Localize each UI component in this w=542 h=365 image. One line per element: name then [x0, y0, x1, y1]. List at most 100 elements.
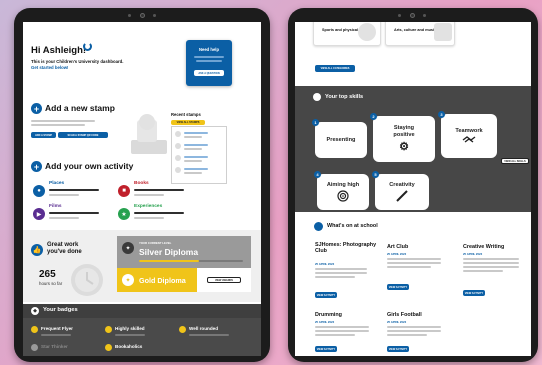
badges-header: ◆ Your badges: [23, 304, 261, 318]
badge-desc-line: [189, 334, 229, 336]
level-progress-fill: [139, 260, 199, 262]
clock-icon: [71, 264, 103, 296]
stamp-thumb-icon: [175, 131, 181, 137]
activity-desc-line: [315, 326, 369, 328]
category-experiences[interactable]: Experiences: [134, 204, 162, 210]
hours-label: hours so far: [39, 281, 63, 286]
book-icon[interactable]: ■: [118, 185, 130, 197]
category-line: [134, 189, 184, 191]
shield-icon: ◆: [31, 307, 39, 315]
category-sports-label: Sports and physical: [322, 28, 359, 32]
category-card-arts[interactable]: Arts, culture and music: [385, 22, 455, 46]
view-awards-button[interactable]: VIEW AWARDS: [207, 277, 241, 283]
skills-icon: [313, 93, 321, 101]
tablet-school: Sports and physical Arts, culture and mu…: [288, 8, 538, 362]
category-places[interactable]: Places: [49, 181, 64, 187]
ask-question-button[interactable]: ASK A QUESTION: [194, 70, 224, 76]
current-level-label: YOUR CURRENT LEVEL: [139, 241, 172, 245]
skill-card-presenting[interactable]: 1 Presenting: [312, 119, 367, 158]
activity-desc-line: [387, 326, 441, 328]
view-activity-button[interactable]: VIEW ACTIVITY: [387, 346, 409, 352]
badge-frequent-flyer: Frequent Flyer: [41, 326, 73, 331]
recent-stamps-list[interactable]: [171, 126, 227, 184]
plus-icon: +: [31, 103, 42, 114]
activity-desc-line: [315, 276, 355, 278]
skill-card-creativity[interactable]: 5 Creativity: [372, 171, 429, 210]
skill-label: Staying positive: [393, 125, 415, 138]
badge-desc-line: [115, 334, 145, 336]
category-card-sports[interactable]: Sports and physical: [313, 22, 381, 46]
stamp-desc-line: [31, 124, 85, 126]
activity-desc-line: [315, 272, 367, 274]
view-all-stamps-button[interactable]: VIEW ALL STAMPS: [171, 120, 205, 125]
pin-icon[interactable]: ●: [33, 185, 45, 197]
activity-desc-line: [463, 258, 519, 260]
plus-icon: +: [31, 161, 42, 172]
add-stamp-title: Add a new stamp: [45, 103, 115, 113]
camera-icon: [128, 12, 156, 18]
activity-desc-line: [315, 330, 369, 332]
dashboard-screen: Hi Ashleigh! This is your Children's Uni…: [23, 22, 261, 356]
star-icon[interactable]: ★: [118, 208, 130, 220]
scan-qr-button[interactable]: SCAN A STAMP QR CODE: [58, 132, 108, 138]
list-item: [184, 160, 202, 162]
skill-label: Creativity: [389, 182, 415, 188]
list-item: [184, 132, 208, 134]
view-activity-button[interactable]: VIEW ACTIVITY: [315, 292, 337, 298]
view-activity-button[interactable]: VIEW ACTIVITY: [463, 290, 485, 296]
medal-icon: ✦: [122, 274, 134, 286]
activity-desc-line: [463, 270, 503, 272]
badge-icon[interactable]: [105, 344, 112, 351]
badge-icon[interactable]: [31, 344, 38, 351]
greeting: Hi Ashleigh!: [31, 45, 87, 56]
view-all-categories-button[interactable]: VIEW ALL CATEGORIES: [315, 65, 355, 72]
great-work-text: Great work: [47, 242, 79, 248]
badge-icon[interactable]: [105, 326, 112, 333]
current-level-value: Silver Diploma: [139, 247, 199, 257]
activity-title: Girls Football: [387, 312, 422, 318]
brush-icon: [396, 190, 408, 202]
help-text-line: [196, 60, 222, 62]
category-books[interactable]: Books: [134, 181, 149, 187]
view-activity-button[interactable]: VIEW ACTIVITY: [387, 284, 409, 290]
tablet-dashboard: Hi Ashleigh! This is your Children's Uni…: [14, 8, 270, 362]
palette-icon: [434, 23, 452, 41]
badge-highly-skilled: Highly skilled: [115, 326, 145, 331]
activity-title: SJHomes: Photography Club: [315, 242, 377, 255]
badges-title: Your badges: [43, 307, 78, 313]
category-line: [49, 217, 79, 219]
skill-card-staying-positive[interactable]: 2 Staying positive ⚙: [370, 113, 435, 162]
skill-card-teamwork[interactable]: 3 Teamwork: [438, 111, 497, 158]
badge-bookaholics: Bookaholics: [115, 344, 143, 349]
handshake-icon: [462, 136, 476, 143]
activity-date: 25 APRIL 2022: [463, 252, 483, 256]
activity-desc-line: [463, 262, 519, 264]
school-icon: [314, 222, 323, 231]
skill-label: Teamwork: [455, 128, 483, 134]
view-all-skills-button[interactable]: VIEW ALL SKILLS: [501, 158, 529, 164]
category-line: [49, 189, 99, 191]
list-item: [184, 136, 202, 138]
activity-desc-line: [463, 266, 519, 268]
activity-title: Drumming: [315, 312, 342, 318]
badge-icon[interactable]: [179, 326, 186, 333]
badge-icon[interactable]: [31, 326, 38, 333]
film-icon[interactable]: ▶: [33, 208, 45, 220]
list-item: [184, 168, 208, 170]
thumbs-up-icon: 👍: [31, 244, 43, 256]
activity-date: 25 APRIL 2022: [387, 252, 407, 256]
category-line: [134, 217, 164, 219]
activity-desc-line: [387, 330, 441, 332]
skills-panel: Your top skills 1 Presenting 2 Staying p…: [295, 86, 531, 212]
skill-rank-badge: 1: [312, 119, 319, 126]
category-films[interactable]: Films: [49, 204, 62, 210]
activity-desc-line: [387, 334, 427, 336]
camera-icon: [398, 12, 426, 18]
dashboard-subtitle: This is your Children's University dashb…: [31, 59, 124, 64]
list-item: [184, 156, 208, 158]
skill-card-aiming-high[interactable]: 4 Aiming high: [314, 171, 369, 210]
category-line: [134, 212, 184, 214]
view-activity-button[interactable]: VIEW ACTIVITY: [315, 346, 337, 352]
add-stamp-button[interactable]: ADD A STAMP: [31, 132, 56, 138]
stamp-thumb-icon: [175, 155, 181, 161]
